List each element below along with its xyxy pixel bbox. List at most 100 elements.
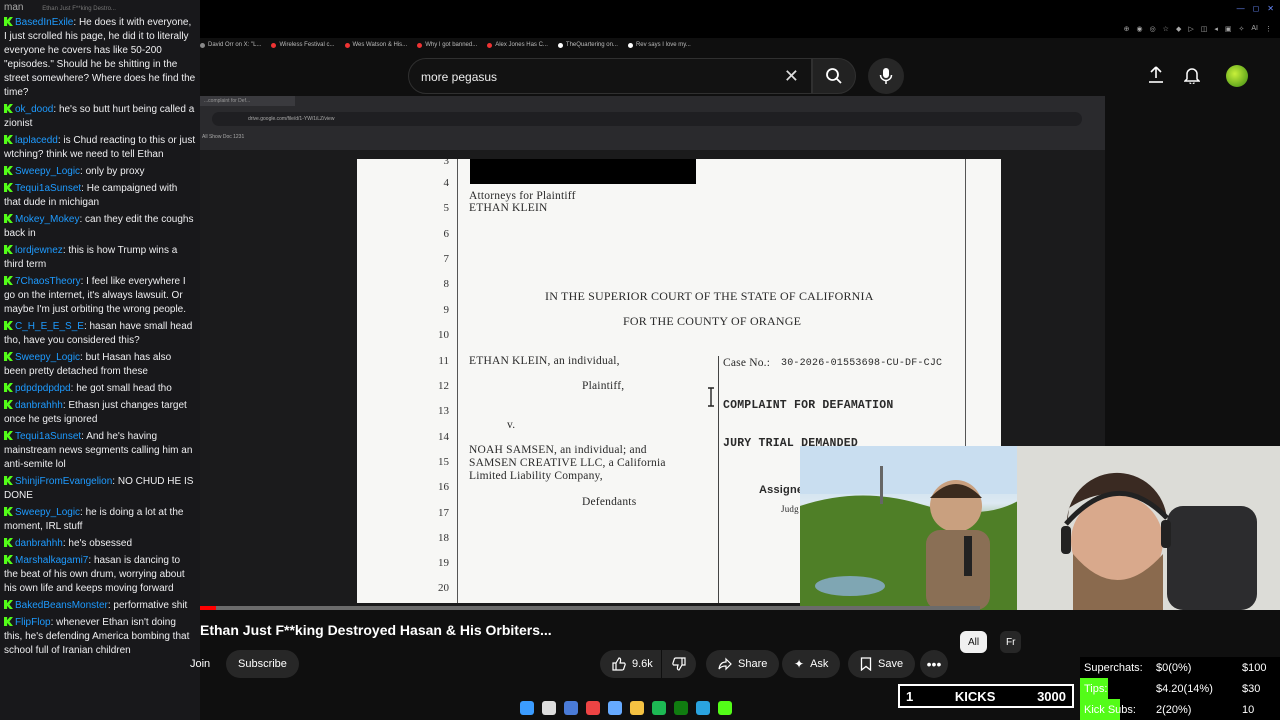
bookmark-item[interactable]: David Orr on X: "L... (200, 42, 261, 48)
redaction-bar (470, 159, 696, 184)
chip-from[interactable]: Fr (1000, 631, 1022, 653)
chat-username[interactable]: BakedBeansMonster (15, 600, 108, 611)
kick-badge-icon (4, 245, 13, 254)
favicon-icon (487, 42, 493, 48)
ask-button[interactable]: ✦ Ask (782, 650, 841, 678)
plaintiff-label: Plaintiff, (582, 380, 625, 392)
voice-search-button[interactable] (868, 58, 904, 94)
like-dislike-group: 9.6k (600, 650, 696, 678)
kicks-count: 1 (906, 688, 914, 704)
extension-icon[interactable]: ◉ (1136, 25, 1142, 33)
chat-username[interactable]: Sweepy_Logic (15, 352, 80, 363)
kicks-goal-widget: 1 KICKS 3000 (898, 684, 1074, 708)
chat-username[interactable]: Mokey_Mokey (15, 214, 79, 225)
chat-username[interactable]: lordjewnez (15, 245, 63, 256)
app-icon[interactable] (718, 701, 732, 715)
chat-username[interactable]: Sweepy_Logic (15, 166, 80, 177)
versus: v. (507, 419, 516, 431)
chat-username[interactable]: C_H_E_E_S_E (15, 321, 84, 332)
subscribe-button[interactable]: Subscribe (226, 650, 299, 678)
video-title: Ethan Just F**king Destroyed Hasan & His… (200, 622, 552, 638)
restore-icon[interactable]: ◻ (1253, 4, 1260, 13)
chat-message: danbrahhh: Ethasn just changes target on… (4, 399, 196, 427)
chat-username[interactable]: danbrahhh (15, 538, 63, 549)
bookmark-icon (860, 657, 872, 671)
caption-divider (718, 356, 719, 603)
spotify-icon[interactable] (652, 701, 666, 715)
search-input[interactable]: more pegasus ✕ (408, 58, 812, 94)
video-progress-bar[interactable] (200, 606, 980, 610)
county-heading: FOR THE COUNTY OF ORANGE (623, 314, 802, 328)
minimize-icon[interactable]: — (1237, 4, 1245, 13)
video-player[interactable]: ...complaint for Def... drive.google.com… (200, 96, 1280, 610)
kick-badge-icon (4, 352, 13, 361)
join-button[interactable]: Join (190, 650, 210, 678)
zoom-icon[interactable]: ⊕ (1124, 25, 1130, 33)
streamer-scene (1017, 446, 1280, 610)
save-button[interactable]: Save (848, 650, 916, 678)
windows-icon[interactable] (520, 701, 534, 715)
bookmark-item[interactable]: Alex Jones Has C... (487, 42, 548, 48)
avatar[interactable] (1226, 65, 1248, 87)
chat-message: laplacedd: is Chud reacting to this or j… (4, 134, 196, 162)
chat-text: he's obsessed (68, 538, 133, 549)
like-button[interactable]: 9.6k (600, 650, 661, 678)
extension-icon[interactable]: ◎ (1150, 25, 1156, 33)
line-number: 16 (438, 481, 449, 493)
play-icon[interactable]: ▷ (1188, 25, 1193, 33)
margin-line (965, 159, 966, 459)
upload-icon[interactable] (1148, 66, 1164, 84)
line-number: 10 (438, 329, 449, 341)
star-icon[interactable]: ☆ (1163, 25, 1169, 33)
chat-username[interactable]: pdpdpdpdpd (15, 383, 71, 394)
folder-icon[interactable] (630, 701, 644, 715)
puzzle-icon[interactable]: ✧ (1239, 25, 1245, 33)
window-controls: — ◻ ✕ (1237, 4, 1274, 13)
xbox-icon[interactable] (674, 701, 688, 715)
thumbs-up-icon (612, 657, 626, 671)
bookmark-item[interactable]: TheQuartering on... (557, 42, 618, 48)
chat-username[interactable]: BasedInExile (15, 17, 73, 28)
telegram-icon[interactable] (696, 701, 710, 715)
complaint-title: COMPLAINT FOR DEFAMATION (723, 399, 894, 412)
chrome-icon[interactable] (608, 701, 622, 715)
kick-badge-icon (4, 400, 13, 409)
bookmark-item[interactable]: Why I got banned... (417, 42, 477, 48)
close-icon[interactable]: ✕ (1267, 4, 1274, 13)
app-icon[interactable] (586, 701, 600, 715)
chat-username[interactable]: ShinjiFromEvangelion (15, 476, 112, 487)
chat-username[interactable]: Tequi1aSunset (15, 183, 81, 194)
bookmark-label: David Orr on X: "L... (208, 42, 262, 48)
search-icon[interactable] (542, 701, 556, 715)
bell-icon[interactable] (1184, 66, 1200, 84)
chat-username[interactable]: FlipFlop (15, 617, 51, 628)
chat-username[interactable]: Tequi1aSunset (15, 431, 81, 442)
search-button[interactable] (812, 58, 856, 94)
clear-icon[interactable]: ✕ (784, 66, 799, 87)
chat-message: Mokey_Mokey: can they edit the coughs ba… (4, 213, 196, 241)
chat-message: lordjewnez: this is how Trump wins a thi… (4, 244, 196, 272)
chat-username[interactable]: Marshalkagami7 (15, 555, 88, 566)
ai-icon[interactable]: AI (1251, 25, 1258, 33)
bookmark-item[interactable]: Wireless Festival c... (271, 42, 335, 48)
app-icon[interactable] (564, 701, 578, 715)
bookmark-item[interactable]: Wes Watson & His... (344, 42, 407, 48)
chat-username[interactable]: danbrahhh (15, 400, 63, 411)
dislike-button[interactable] (661, 650, 696, 678)
volume-icon[interactable]: ◂ (1214, 25, 1218, 33)
shield-icon[interactable]: ◆ (1176, 25, 1181, 33)
more-actions-button[interactable]: ••• (920, 650, 948, 678)
menu-icon[interactable]: ⋮ (1265, 25, 1272, 33)
chat-username[interactable]: Sweepy_Logic (15, 507, 80, 518)
extension-icon[interactable]: ◫ (1201, 25, 1208, 33)
chat-username[interactable]: ok_dood (15, 104, 53, 115)
chat-username[interactable]: laplacedd (15, 135, 58, 146)
chat-message: Marshalkagami7: hasan is dancing to the … (4, 554, 196, 596)
tips-value: $4.20(14%) (1156, 682, 1213, 695)
chip-all[interactable]: All (960, 631, 988, 653)
chat-username[interactable]: 7ChaosTheory (15, 276, 81, 287)
bookmark-item[interactable]: Rev says I love my... (627, 42, 691, 48)
share-button[interactable]: Share (706, 650, 780, 678)
browser-tab-bar: — ◻ ✕ ⊕ ◉ ◎ ☆ ◆ ▷ ◫ ◂ ▣ ✧ AI ⋮ (200, 0, 1280, 38)
extension-icon[interactable]: ▣ (1225, 25, 1232, 33)
